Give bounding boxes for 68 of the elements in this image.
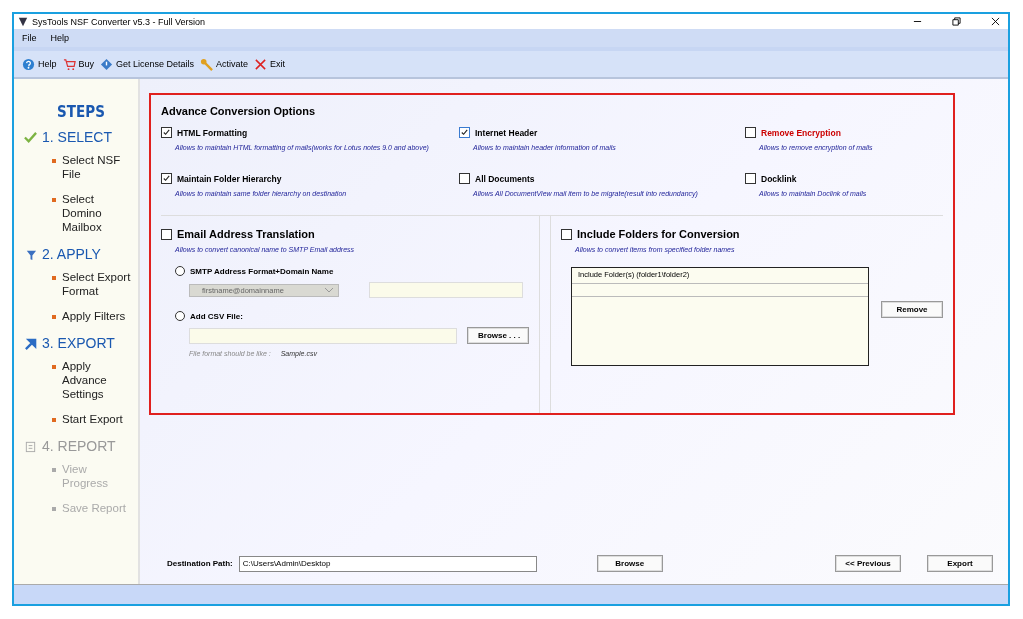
bullet-icon — [52, 365, 56, 369]
step-item[interactable]: Start Export — [62, 412, 123, 426]
step-heading[interactable]: 1. SELECT — [42, 129, 113, 145]
checkbox[interactable] — [561, 228, 572, 240]
step-item[interactable]: Select Domino Mailbox — [62, 192, 134, 234]
steps-heading: STEPS — [56, 103, 106, 121]
toolbar-button[interactable]: Activate — [198, 57, 251, 71]
bullet-icon — [52, 507, 56, 511]
option-label: Docklink — [761, 173, 797, 184]
option-label: Maintain Folder Hierarchy — [177, 173, 282, 184]
option-label: HTML Formatting — [177, 127, 248, 138]
checkbox[interactable] — [459, 127, 470, 138]
destination-label: Destination Path: — [167, 559, 233, 568]
toolbar-button[interactable]: Help — [20, 57, 59, 71]
radio-button[interactable] — [175, 266, 185, 276]
section-label: Include Folders for Conversion — [577, 228, 740, 240]
option-label: All Documents — [475, 173, 535, 184]
step-heading[interactable]: 3. EXPORT — [42, 335, 115, 351]
section-title: Advance Conversion Options — [161, 105, 317, 117]
export-button[interactable]: Export — [927, 555, 993, 572]
browse-button[interactable]: Browse . . . — [467, 327, 529, 344]
bullet-icon — [52, 418, 56, 422]
bullet-icon — [52, 276, 56, 280]
help-icon — [22, 57, 35, 71]
bullet-icon — [52, 198, 56, 202]
key-icon — [200, 57, 214, 71]
radio-label: SMTP Address Format+Domain Name — [190, 266, 334, 276]
section-label: Email Address Translation — [177, 228, 315, 240]
step-item[interactable]: Apply Advance Settings — [62, 359, 134, 401]
step-heading[interactable]: 2. APPLY — [42, 246, 101, 262]
step-item[interactable]: Select Export Format — [62, 270, 134, 298]
remove-button[interactable]: Remove — [881, 301, 943, 318]
bullet-icon — [52, 159, 56, 163]
option-label: Remove Encryption — [761, 127, 841, 138]
checkbox[interactable] — [161, 127, 172, 138]
close-icon[interactable] — [991, 17, 1000, 26]
checkbox[interactable] — [459, 173, 470, 184]
menu-item[interactable]: Help — [50, 33, 70, 43]
bullet-icon — [52, 315, 56, 319]
csv-path-field[interactable] — [189, 327, 457, 344]
previous-button[interactable]: << Previous — [835, 555, 901, 572]
info-diamond-icon — [100, 57, 114, 71]
checkbox[interactable] — [161, 228, 172, 240]
toolbar-button[interactable]: Buy — [60, 57, 97, 71]
step-item[interactable]: Select NSF File — [62, 153, 134, 181]
toolbar-button[interactable]: Exit — [252, 57, 288, 71]
caret-icon — [325, 287, 333, 293]
checkbox[interactable] — [745, 127, 756, 138]
checkmark-icon — [24, 130, 37, 144]
app-logo-icon — [18, 16, 28, 27]
report-icon — [24, 439, 37, 453]
domain-field[interactable] — [369, 282, 523, 298]
toolbar-button[interactable]: Get License Details — [98, 57, 197, 71]
browse-button[interactable]: Browse — [596, 555, 663, 572]
window-title: SysTools NSF Converter v5.3 - Full Version — [32, 16, 206, 27]
option-label: Internet Header — [475, 127, 538, 138]
close-icon — [254, 57, 268, 71]
radio-button[interactable] — [175, 311, 185, 321]
restore-icon[interactable] — [952, 17, 961, 26]
checkbox[interactable] — [745, 173, 756, 184]
destination-field[interactable]: C:\Users\Admin\Desktop — [238, 555, 537, 572]
radio-label: Add CSV File: — [190, 311, 243, 321]
menu-item[interactable]: File — [22, 33, 37, 43]
step-item[interactable]: Apply Filters — [62, 309, 126, 323]
arrow-icon — [24, 336, 37, 350]
cart-icon — [62, 57, 76, 71]
checkbox[interactable] — [161, 173, 172, 184]
bullet-icon — [52, 468, 56, 472]
